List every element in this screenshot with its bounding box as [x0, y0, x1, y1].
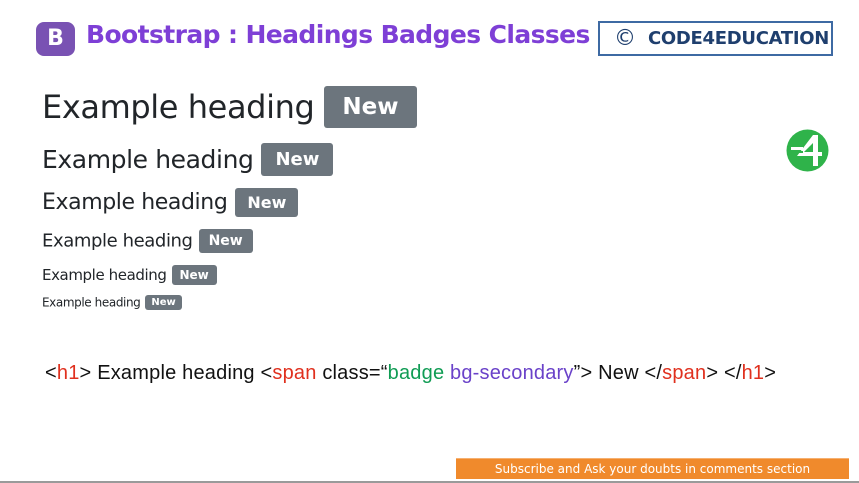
code-attr: class=“: [316, 362, 388, 384]
heading-h6: Example heading New: [42, 295, 182, 310]
code-lt: <: [260, 362, 273, 384]
code-tag-span-close: span: [662, 362, 707, 384]
code-tag-h1-close: h1: [741, 362, 765, 384]
bootstrap-logo-icon: B: [36, 22, 75, 56]
code-lt: </: [644, 362, 663, 384]
heading-h4-text: Example heading: [42, 230, 193, 252]
code-text: Example heading: [91, 362, 261, 384]
page-title: Bootstrap : Headings Badges Classes: [86, 20, 590, 49]
code-example: <h1> Example heading <span class=“badge …: [45, 362, 776, 385]
badge-h4: New: [198, 229, 253, 253]
badge-h1: New: [324, 86, 417, 128]
heading-h1: Example heading New: [42, 86, 417, 128]
code-gt: >: [764, 362, 777, 384]
copyright-icon: ©: [614, 26, 636, 51]
heading-h1-text: Example heading: [42, 88, 315, 126]
code-close-quote: ”>: [573, 362, 593, 384]
subscribe-banner[interactable]: Subscribe and Ask your doubts in comment…: [456, 458, 849, 479]
bootstrap-logo-letter: B: [47, 26, 64, 51]
heading-h2: Example heading New: [42, 143, 334, 176]
heading-h3: Example heading New: [42, 188, 299, 217]
heading-h5: Example heading New: [42, 265, 217, 285]
code4education-logo-icon: [786, 129, 829, 172]
badge-h2: New: [261, 143, 334, 176]
heading-h6-text: Example heading: [42, 295, 141, 310]
code-tag-h1-open: h1: [56, 362, 80, 384]
code-tag-span-open: span: [272, 362, 317, 384]
heading-h2-text: Example heading: [42, 145, 254, 174]
heading-h3-text: Example heading: [42, 190, 228, 215]
code-lt: <: [45, 362, 57, 384]
code-gt: >: [706, 362, 719, 384]
badge-h6: New: [145, 295, 182, 310]
heading-h5-text: Example heading: [42, 266, 167, 284]
code-value-badge: badge: [387, 362, 451, 384]
brand-box: © CODE4EDUCATION: [598, 21, 833, 56]
code-gt: >: [79, 362, 92, 384]
brand-name: CODE4EDUCATION: [648, 28, 830, 49]
code-lt: </: [718, 362, 742, 384]
badge-h3: New: [235, 188, 299, 217]
heading-h4: Example heading New: [42, 229, 253, 253]
badge-h5: New: [171, 265, 217, 285]
code-value-bg-secondary: bg-secondary: [450, 362, 574, 384]
code-text: New: [592, 362, 645, 384]
